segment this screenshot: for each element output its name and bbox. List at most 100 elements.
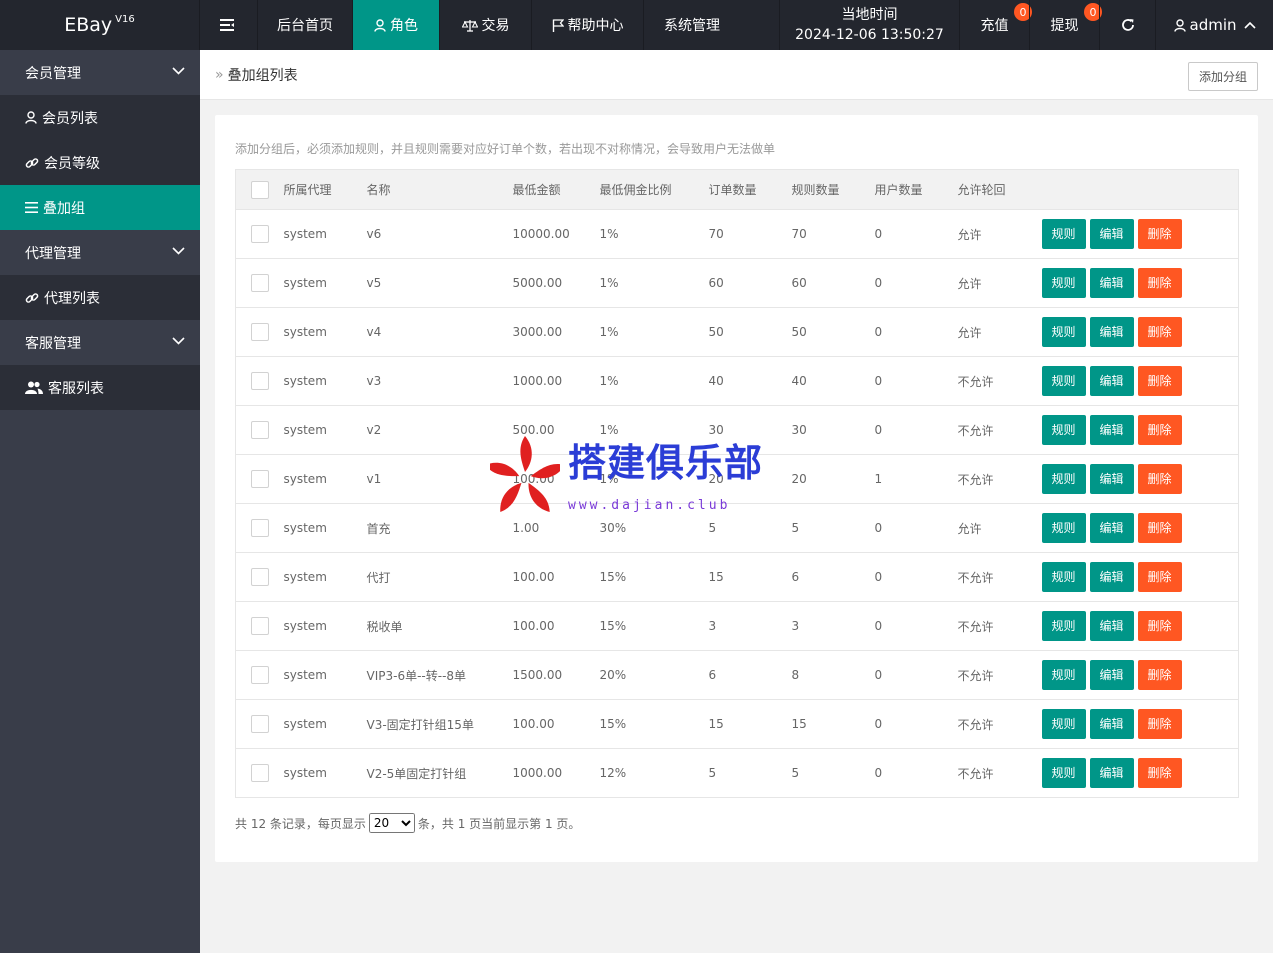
edit-button[interactable]: 编辑 <box>1089 415 1134 445</box>
row-checkbox[interactable] <box>251 421 269 439</box>
sidebar-item-member-level[interactable]: 会员等级 <box>0 140 200 185</box>
sidebar-item-overlay-group[interactable]: 叠加组 <box>0 185 200 230</box>
sidebar-item-service-list[interactable]: 客服列表 <box>0 365 200 410</box>
rule-count-cell: 20 <box>791 454 875 504</box>
row-checkbox[interactable] <box>251 470 269 488</box>
delete-button[interactable]: 删除 <box>1137 317 1182 347</box>
nav-help[interactable]: 帮助中心 <box>532 0 644 50</box>
row-checkbox[interactable] <box>251 225 269 243</box>
rule-button[interactable]: 规则 <box>1041 562 1086 592</box>
edit-button[interactable]: 编辑 <box>1089 611 1134 641</box>
delete-button[interactable]: 删除 <box>1137 464 1182 494</box>
delete-button[interactable]: 删除 <box>1137 219 1182 249</box>
select-all-checkbox[interactable] <box>251 180 269 199</box>
allow-cycle-cell: 不允许 <box>957 601 1042 651</box>
table-row: system v3 1000.00 1% 40 40 0 不允许 规则 编辑 删除 <box>235 356 1239 406</box>
delete-button[interactable]: 删除 <box>1137 709 1182 739</box>
warning-tip: 添加分组后，必须添加规则，并且规则需要对应好订单个数，若出现不对称情况，会导致用… <box>235 142 776 156</box>
delete-button[interactable]: 删除 <box>1137 660 1182 690</box>
brand-logo[interactable]: EBay V16 <box>0 0 200 50</box>
page-size-select[interactable]: 20 <box>368 813 415 833</box>
menu-toggle-button[interactable] <box>200 0 258 50</box>
edit-button[interactable]: 编辑 <box>1089 709 1134 739</box>
delete-button[interactable]: 删除 <box>1137 611 1182 641</box>
edit-button[interactable]: 编辑 <box>1089 219 1134 249</box>
sidebar-group-member[interactable]: 会员管理 <box>0 50 200 95</box>
delete-button[interactable]: 删除 <box>1137 758 1182 788</box>
withdraw-button[interactable]: 提现 0 <box>1029 0 1102 50</box>
row-checkbox[interactable] <box>251 519 269 537</box>
rule-button[interactable]: 规则 <box>1041 513 1086 543</box>
edit-button[interactable]: 编辑 <box>1089 366 1134 396</box>
recharge-button[interactable]: 充值 0 <box>959 0 1032 50</box>
rule-button[interactable]: 规则 <box>1041 660 1086 690</box>
brand-name: EBay <box>64 14 113 36</box>
rule-button[interactable]: 规则 <box>1041 366 1086 396</box>
edit-button[interactable]: 编辑 <box>1089 562 1134 592</box>
row-checkbox[interactable] <box>251 568 269 586</box>
rule-button[interactable]: 规则 <box>1041 464 1086 494</box>
user-menu[interactable]: admin <box>1155 0 1273 50</box>
nav-home[interactable]: 后台首页 <box>258 0 353 50</box>
rule-button[interactable]: 规则 <box>1041 219 1086 249</box>
page-title: 叠加组列表 <box>227 68 298 84</box>
rule-button[interactable]: 规则 <box>1041 268 1086 298</box>
edit-button[interactable]: 编辑 <box>1089 660 1134 690</box>
row-actions: 规则 编辑 删除 <box>1041 209 1239 259</box>
delete-button[interactable]: 删除 <box>1137 366 1182 396</box>
row-checkbox[interactable] <box>251 274 269 292</box>
row-select-cell <box>235 748 284 798</box>
nav-role[interactable]: 角色 <box>353 0 440 50</box>
order-count-cell: 5 <box>708 503 792 553</box>
rule-button[interactable]: 规则 <box>1041 611 1086 641</box>
rule-button[interactable]: 规则 <box>1041 709 1086 739</box>
row-checkbox[interactable] <box>251 323 269 341</box>
order-count-cell: 60 <box>708 258 792 308</box>
row-checkbox[interactable] <box>251 764 269 782</box>
rule-button[interactable]: 规则 <box>1041 758 1086 788</box>
add-group-button[interactable]: 添加分组 <box>1188 62 1258 91</box>
sidebar-item-member-list[interactable]: 会员列表 <box>0 95 200 140</box>
row-checkbox[interactable] <box>251 666 269 684</box>
rule-button[interactable]: 规则 <box>1041 317 1086 347</box>
group-table: 所属代理 名称 最低金额 最低佣金比例 订单数量 规则数量 用户数量 允许轮回 … <box>235 169 1239 798</box>
allow-cycle-cell: 允许 <box>957 258 1042 308</box>
nav-trade[interactable]: 交易 <box>440 0 532 50</box>
rule-button[interactable]: 规则 <box>1041 415 1086 445</box>
user-count-cell: 0 <box>874 650 958 700</box>
edit-button[interactable]: 编辑 <box>1089 464 1134 494</box>
edit-button[interactable]: 编辑 <box>1089 758 1134 788</box>
commission-rate-cell: 1% <box>599 405 709 455</box>
row-actions: 规则 编辑 删除 <box>1041 503 1239 553</box>
row-select-cell <box>235 258 284 308</box>
agent-cell: system <box>283 552 367 602</box>
row-actions: 规则 编辑 删除 <box>1041 307 1239 357</box>
row-checkbox[interactable] <box>251 617 269 635</box>
sidebar-group-agent[interactable]: 代理管理 <box>0 230 200 275</box>
delete-button[interactable]: 删除 <box>1137 562 1182 592</box>
user-count-cell: 0 <box>874 307 958 357</box>
row-actions: 规则 编辑 删除 <box>1041 748 1239 798</box>
rule-count-cell: 5 <box>791 503 875 553</box>
order-count-cell: 5 <box>708 748 792 798</box>
sidebar-item-agent-list[interactable]: 代理列表 <box>0 275 200 320</box>
link-icon <box>25 292 39 303</box>
refresh-button[interactable] <box>1099 0 1155 50</box>
nav-system[interactable]: 系统管理 <box>644 0 740 50</box>
delete-button[interactable]: 删除 <box>1137 415 1182 445</box>
row-select-cell <box>235 552 284 602</box>
edit-button[interactable]: 编辑 <box>1089 268 1134 298</box>
sidebar-group-service[interactable]: 客服管理 <box>0 320 200 365</box>
row-checkbox[interactable] <box>251 372 269 390</box>
delete-button[interactable]: 删除 <box>1137 513 1182 543</box>
row-checkbox[interactable] <box>251 715 269 733</box>
edit-button[interactable]: 编辑 <box>1089 317 1134 347</box>
delete-button[interactable]: 删除 <box>1137 268 1182 298</box>
edit-button[interactable]: 编辑 <box>1089 513 1134 543</box>
user-icon <box>374 18 386 32</box>
name-cell: v5 <box>366 258 513 308</box>
table-header-row: 所属代理 名称 最低金额 最低佣金比例 订单数量 规则数量 用户数量 允许轮回 <box>235 169 1239 210</box>
chevron-up-icon <box>1243 21 1256 29</box>
min-amount-cell: 10000.00 <box>512 209 600 259</box>
column-header: 订单数量 <box>708 169 792 210</box>
